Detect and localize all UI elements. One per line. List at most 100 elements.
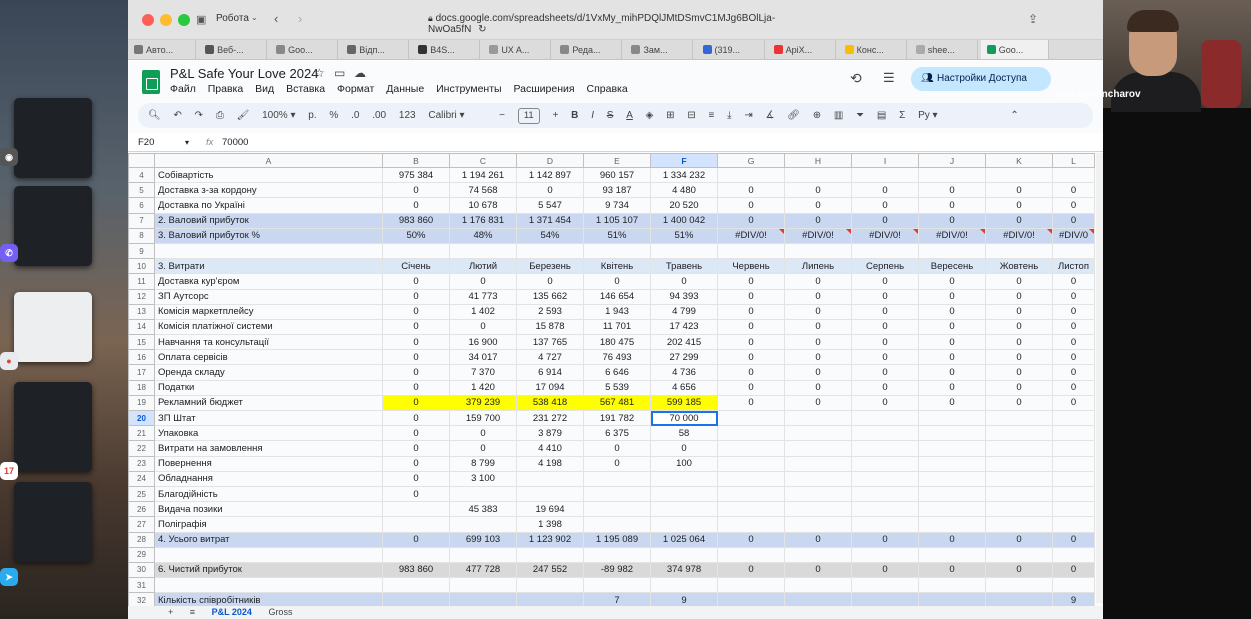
- cell-a12[interactable]: ЗП Аутсорс: [154, 288, 383, 305]
- cell-k29[interactable]: [985, 546, 1053, 563]
- merge-cells-icon[interactable]: ⊟: [687, 103, 695, 128]
- cell-f13[interactable]: 4 799: [650, 303, 718, 320]
- cell-f9[interactable]: [650, 242, 718, 260]
- cell-a31[interactable]: [154, 577, 383, 594]
- row-header[interactable]: 18: [128, 379, 155, 396]
- cell-l13[interactable]: 0: [1052, 303, 1095, 320]
- cell-b5[interactable]: 0: [382, 182, 450, 199]
- column-header-e[interactable]: E: [583, 153, 651, 168]
- cell-j28[interactable]: 0: [918, 531, 986, 548]
- cell-k20[interactable]: [985, 409, 1053, 427]
- cell-h19[interactable]: 0: [784, 394, 852, 412]
- cell-h7[interactable]: 0: [784, 212, 852, 229]
- cell-a6[interactable]: Доставка по Україні: [154, 197, 383, 214]
- cell-k24[interactable]: [985, 470, 1053, 487]
- cell-j20[interactable]: [918, 409, 986, 427]
- cell-j22[interactable]: [918, 440, 986, 457]
- cell-d23[interactable]: 4 198: [516, 455, 584, 472]
- cell-f22[interactable]: 0: [650, 440, 718, 457]
- cell-l27[interactable]: [1052, 516, 1095, 533]
- minimize-window-button[interactable]: [160, 14, 172, 26]
- cell-j15[interactable]: 0: [918, 334, 986, 351]
- cell-g28[interactable]: 0: [717, 531, 785, 548]
- cell-l23[interactable]: [1052, 455, 1095, 472]
- vertical-scrollbar[interactable]: [1096, 153, 1103, 603]
- cell-g11[interactable]: 0: [717, 273, 785, 290]
- column-header-i[interactable]: I: [851, 153, 919, 168]
- cell-c13[interactable]: 1 402: [449, 303, 517, 320]
- cell-e16[interactable]: 76 493: [583, 349, 651, 366]
- cell-g6[interactable]: 0: [717, 197, 785, 214]
- cell-b8[interactable]: 50%: [382, 227, 450, 244]
- cell-a4[interactable]: Собівартість: [154, 166, 383, 184]
- cell-j24[interactable]: [918, 470, 986, 487]
- app-window-thumbnail[interactable]: [14, 98, 92, 178]
- cell-a13[interactable]: Комісія маркетплейсу: [154, 303, 383, 320]
- all-sheets-button[interactable]: ≡: [190, 607, 195, 617]
- cell-c15[interactable]: 16 900: [449, 334, 517, 351]
- cell-g13[interactable]: 0: [717, 303, 785, 320]
- cell-h18[interactable]: 0: [784, 379, 852, 396]
- cell-e26[interactable]: [583, 501, 651, 518]
- cell-j4[interactable]: [918, 166, 986, 184]
- sidebar-toggle-icon[interactable]: ▣: [196, 13, 206, 26]
- cell-j12[interactable]: 0: [918, 288, 986, 305]
- row-header[interactable]: 17: [128, 364, 155, 381]
- cell-a24[interactable]: Обладнання: [154, 470, 383, 487]
- cell-d9[interactable]: [516, 242, 584, 260]
- cell-l28[interactable]: 0: [1052, 531, 1095, 548]
- menu-insert[interactable]: Вставка: [286, 83, 325, 95]
- cell-g23[interactable]: [717, 455, 785, 472]
- row-header[interactable]: 16: [128, 349, 155, 366]
- cell-l16[interactable]: 0: [1052, 349, 1095, 366]
- cell-j17[interactable]: 0: [918, 364, 986, 381]
- cell-g18[interactable]: 0: [717, 379, 785, 396]
- row-header[interactable]: 21: [128, 425, 155, 442]
- cell-h30[interactable]: 0: [784, 561, 852, 579]
- app-dock-icon[interactable]: ◉: [0, 148, 18, 166]
- cell-i5[interactable]: 0: [851, 182, 919, 199]
- cell-e5[interactable]: 93 187: [583, 182, 651, 199]
- cell-k27[interactable]: [985, 516, 1053, 533]
- text-color-icon[interactable]: A: [626, 103, 633, 128]
- cell-e9[interactable]: [583, 242, 651, 260]
- cell-j23[interactable]: [918, 455, 986, 472]
- cell-l10[interactable]: Листоп: [1052, 258, 1095, 275]
- cell-b7[interactable]: 983 860: [382, 212, 450, 229]
- cell-d5[interactable]: 0: [516, 182, 584, 199]
- cell-a15[interactable]: Навчання та консультації: [154, 334, 383, 351]
- cell-c29[interactable]: [449, 546, 517, 563]
- cell-l22[interactable]: [1052, 440, 1095, 457]
- cell-d4[interactable]: 1 142 897: [516, 166, 584, 184]
- cell-f7[interactable]: 1 400 042: [650, 212, 718, 229]
- cell-i7[interactable]: 0: [851, 212, 919, 229]
- cell-j7[interactable]: 0: [918, 212, 986, 229]
- cell-g7[interactable]: 0: [717, 212, 785, 229]
- cell-a20[interactable]: ЗП Штат: [154, 409, 383, 427]
- sheet-tab-active[interactable]: P&L 2024: [212, 607, 252, 617]
- cell-e21[interactable]: 6 375: [583, 425, 651, 442]
- cell-f18[interactable]: 4 656: [650, 379, 718, 396]
- cell-d7[interactable]: 1 371 454: [516, 212, 584, 229]
- cell-g9[interactable]: [717, 242, 785, 260]
- cell-e11[interactable]: 0: [583, 273, 651, 290]
- cell-d20[interactable]: 231 272: [516, 409, 584, 427]
- cell-h24[interactable]: [784, 470, 852, 487]
- cell-c26[interactable]: 45 383: [449, 501, 517, 518]
- row-header[interactable]: 24: [128, 470, 155, 487]
- cell-e10[interactable]: Квітень: [583, 258, 651, 275]
- menu-view[interactable]: Вид: [255, 83, 274, 95]
- cell-l4[interactable]: [1052, 166, 1095, 184]
- cell-i12[interactable]: 0: [851, 288, 919, 305]
- cell-c25[interactable]: [449, 485, 517, 503]
- cell-j13[interactable]: 0: [918, 303, 986, 320]
- cell-b25[interactable]: 0: [382, 485, 450, 503]
- text-rotation-icon[interactable]: ∡: [765, 103, 774, 128]
- cell-b28[interactable]: 0: [382, 531, 450, 548]
- cell-b27[interactable]: [382, 516, 450, 533]
- browser-tab[interactable]: UX A...: [483, 40, 552, 59]
- cell-k17[interactable]: 0: [985, 364, 1053, 381]
- cell-i11[interactable]: 0: [851, 273, 919, 290]
- telegram-icon[interactable]: ➤: [0, 568, 18, 586]
- cell-d14[interactable]: 15 878: [516, 318, 584, 336]
